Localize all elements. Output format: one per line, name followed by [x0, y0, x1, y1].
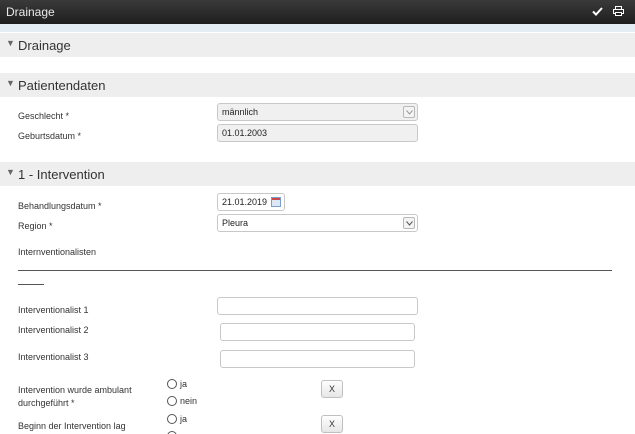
geburtsdatum-label: Geburtsdatum * [18, 131, 82, 141]
title-separator [0, 24, 635, 32]
section-label: Patientendaten [18, 78, 106, 93]
ambulant-label-line1: Intervention wurde ambulant [18, 385, 132, 395]
region-select[interactable]: Pleura [217, 214, 418, 232]
interventionalist2-input[interactable] [220, 323, 415, 341]
beginn-clear-button[interactable]: X [321, 415, 343, 433]
print-icon[interactable] [611, 4, 625, 18]
divider-short [18, 284, 44, 285]
ambulant-nein-radio[interactable] [167, 396, 177, 406]
region-value: Pleura [222, 218, 249, 228]
ambulant-clear-button[interactable]: X [321, 380, 343, 398]
section-patientendaten[interactable]: ▼ Patientendaten [0, 73, 635, 97]
interventionalist1-label: Interventionalist 1 [18, 305, 89, 315]
beginn-ja-label: ja [180, 414, 188, 424]
geschlecht-value: männlich [222, 107, 259, 117]
window-title: Drainage [6, 5, 55, 19]
interventionalist1-input[interactable] [217, 297, 418, 315]
geschlecht-select[interactable]: männlich [217, 103, 418, 121]
interventionalist3-input[interactable] [220, 350, 415, 368]
divider [18, 270, 612, 271]
section-label: 1 - Intervention [18, 167, 105, 182]
check-icon[interactable] [590, 4, 604, 18]
beginn-ja-radio[interactable] [167, 414, 177, 424]
ambulant-label-line2: durchgeführt * [18, 398, 75, 408]
interventionalist3-label: Interventionalist 3 [18, 352, 89, 362]
chevron-down-icon: ▼ [6, 38, 15, 48]
window-titlebar: Drainage [0, 0, 635, 24]
titlebar-actions [590, 4, 625, 18]
geburtsdatum-field[interactable]: 01.01.2003 [217, 124, 418, 142]
region-label: Region * [18, 221, 53, 231]
section-label: Drainage [18, 38, 71, 53]
interventionalisten-label: Internventionalisten [18, 247, 97, 257]
chevron-down-icon [403, 217, 415, 229]
ambulant-ja-label: ja [180, 379, 188, 389]
ambulant-nein-label: nein [180, 396, 198, 406]
geburtsdatum-value: 01.01.2003 [222, 128, 268, 138]
behandlungsdatum-label: Behandlungsdatum * [18, 201, 102, 211]
behandlungsdatum-input[interactable]: 21.01.2019 [217, 193, 285, 211]
section-intervention[interactable]: ▼ 1 - Intervention [0, 162, 635, 186]
interventionalist2-label: Interventionalist 2 [18, 325, 89, 335]
geschlecht-label: Geschlecht * [18, 111, 70, 121]
chevron-down-icon: ▼ [6, 167, 15, 177]
calendar-icon[interactable] [271, 197, 281, 207]
chevron-down-icon: ▼ [6, 78, 15, 88]
section-drainage[interactable]: ▼ Drainage [0, 33, 635, 57]
beginn-label: Beginn der Intervention lag [18, 421, 126, 431]
behandlungsdatum-value: 21.01.2019 [222, 197, 268, 207]
chevron-down-icon [403, 106, 415, 118]
ambulant-ja-radio[interactable] [167, 379, 177, 389]
